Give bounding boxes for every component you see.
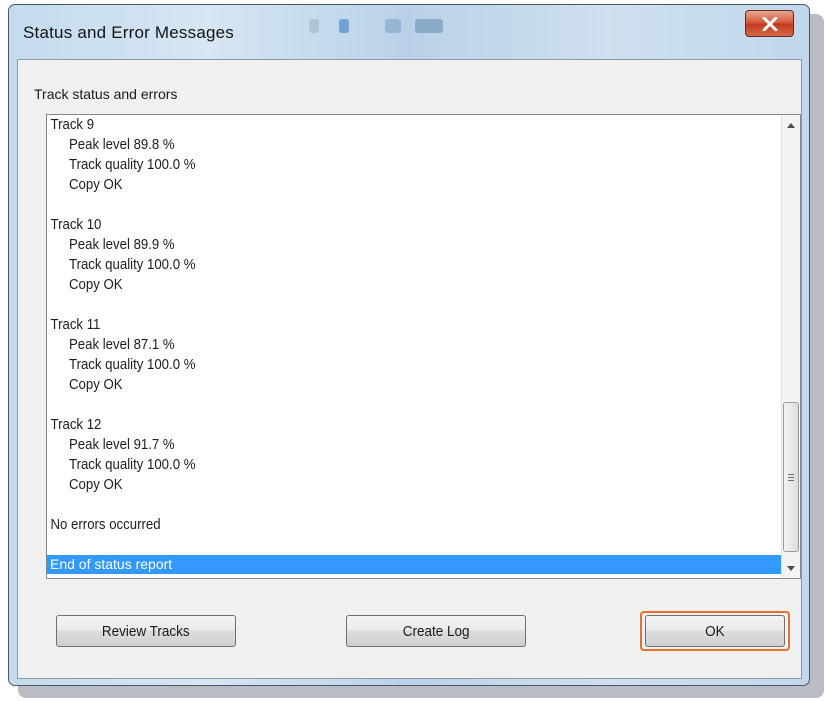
- arrow-down-icon: [787, 565, 795, 571]
- status-list: Track 9 Peak level 89.8 % Track quality …: [47, 115, 782, 574]
- grip-icon: [788, 472, 794, 483]
- track-heading: Track 10: [50, 216, 102, 233]
- track-quality: Track quality 100.0 %: [69, 156, 196, 173]
- track-heading: Track 11: [50, 316, 101, 333]
- window-title: Status and Error Messages: [23, 23, 234, 42]
- title-decoration: [339, 19, 349, 33]
- peak-level: Peak level 89.9 %: [69, 236, 175, 253]
- peak-level: Peak level 87.1 %: [69, 336, 175, 353]
- ok-button[interactable]: OK: [645, 615, 785, 647]
- create-log-button[interactable]: Create Log: [346, 615, 526, 647]
- summary-line: No errors occurred: [50, 516, 161, 533]
- track-heading: Track 12: [50, 416, 102, 433]
- track-heading: Track 9: [50, 116, 95, 133]
- title-decoration: [385, 19, 401, 33]
- scroll-thumb[interactable]: [783, 402, 799, 552]
- close-button[interactable]: [745, 10, 794, 37]
- group-label: Track status and errors: [34, 86, 178, 102]
- track-quality: Track quality 100.0 %: [69, 256, 196, 273]
- peak-level: Peak level 89.8 %: [69, 136, 175, 153]
- dialog-body: Track status and errors Track 9 Peak lev…: [17, 59, 802, 679]
- title-decoration: [415, 19, 443, 33]
- review-tracks-label: Review Tracks: [102, 622, 190, 640]
- copy-status: Copy OK: [69, 176, 123, 193]
- status-listbox[interactable]: Track 9 Peak level 89.8 % Track quality …: [46, 114, 801, 579]
- scroll-down-button[interactable]: [782, 558, 800, 578]
- track-quality: Track quality 100.0 %: [69, 356, 196, 373]
- copy-status: Copy OK: [69, 476, 123, 493]
- create-log-label: Create Log: [402, 622, 470, 640]
- copy-status: Copy OK: [69, 376, 123, 393]
- close-icon: [762, 16, 777, 31]
- dialog-window: Status and Error Messages Track status a…: [8, 4, 810, 686]
- title-bar[interactable]: Status and Error Messages: [9, 5, 809, 59]
- track-quality: Track quality 100.0 %: [69, 456, 196, 473]
- review-tracks-button[interactable]: Review Tracks: [56, 615, 236, 647]
- vertical-scrollbar[interactable]: [781, 115, 800, 578]
- copy-status: Copy OK: [69, 276, 123, 293]
- ok-label: OK: [705, 622, 725, 640]
- arrow-up-icon: [787, 122, 795, 128]
- selected-list-item[interactable]: End of status report: [47, 555, 782, 574]
- scroll-up-button[interactable]: [782, 115, 800, 135]
- peak-level: Peak level 91.7 %: [69, 436, 175, 453]
- title-decoration: [309, 19, 319, 33]
